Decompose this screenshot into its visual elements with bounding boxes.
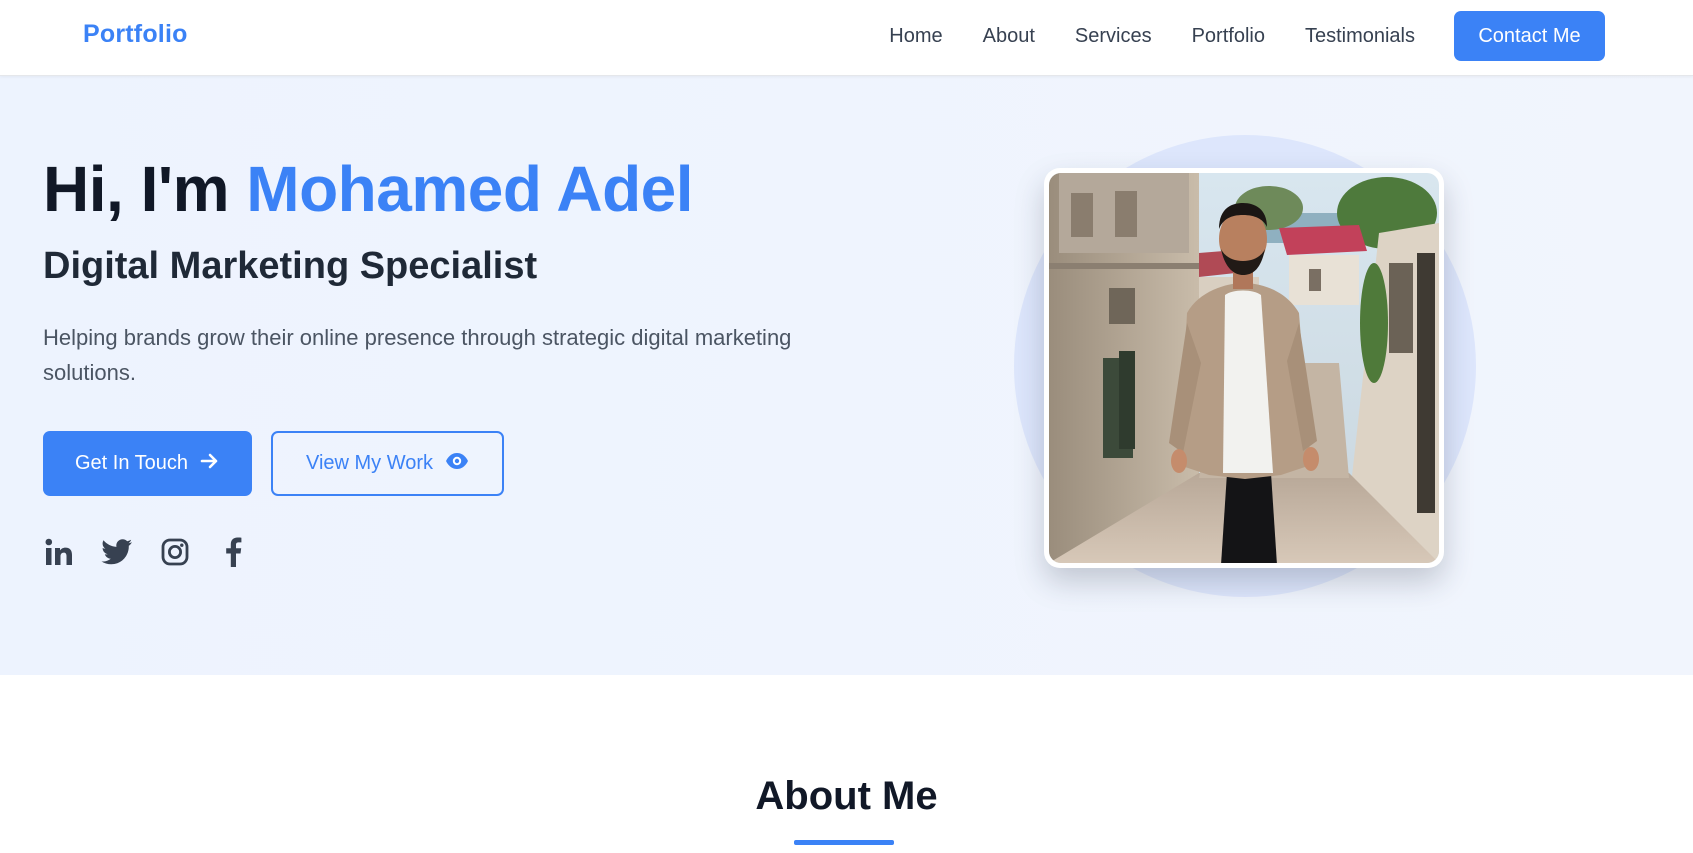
eye-icon	[445, 452, 469, 476]
profile-photo	[1049, 173, 1439, 563]
facebook-icon[interactable]	[217, 536, 249, 568]
nav-links: Home About Services Portfolio Testimonia…	[889, 0, 1415, 72]
arrow-right-icon	[200, 452, 220, 476]
brand-logo[interactable]: Portfolio	[83, 20, 188, 49]
twitter-icon[interactable]	[101, 536, 133, 568]
view-my-work-label: View My Work	[305, 452, 434, 474]
contact-me-button[interactable]: Contact Me	[1454, 11, 1605, 61]
nav-link-about[interactable]: About	[983, 25, 1035, 48]
hero-subtitle: Digital Marketing Specialist	[43, 245, 538, 287]
instagram-icon[interactable]	[159, 536, 191, 568]
get-in-touch-button[interactable]: Get In Touch	[43, 431, 252, 496]
navbar: Portfolio Home About Services Portfolio …	[0, 0, 1693, 76]
about-title-underline	[794, 840, 894, 845]
profile-photo-frame	[1044, 168, 1444, 568]
nav-link-portfolio[interactable]: Portfolio	[1192, 25, 1265, 48]
hero-title: Hi, I'm Mohamed Adel	[43, 152, 694, 226]
view-my-work-button[interactable]: View My Work	[271, 431, 504, 496]
nav-link-testimonials[interactable]: Testimonials	[1305, 25, 1415, 48]
social-links	[43, 536, 249, 568]
linkedin-icon[interactable]	[43, 536, 75, 568]
nav-link-home[interactable]: Home	[889, 25, 942, 48]
hero-greeting: Hi, I'm	[43, 153, 247, 225]
hero-name: Mohamed Adel	[246, 153, 694, 225]
hero-description: Helping brands grow their online presenc…	[43, 325, 792, 385]
nav-link-services[interactable]: Services	[1075, 25, 1152, 48]
get-in-touch-label: Get In Touch	[74, 452, 189, 474]
about-section-title: About Me	[755, 774, 938, 818]
hero-section: Hi, I'm Mohamed Adel Digital Marketing S…	[0, 76, 1693, 675]
